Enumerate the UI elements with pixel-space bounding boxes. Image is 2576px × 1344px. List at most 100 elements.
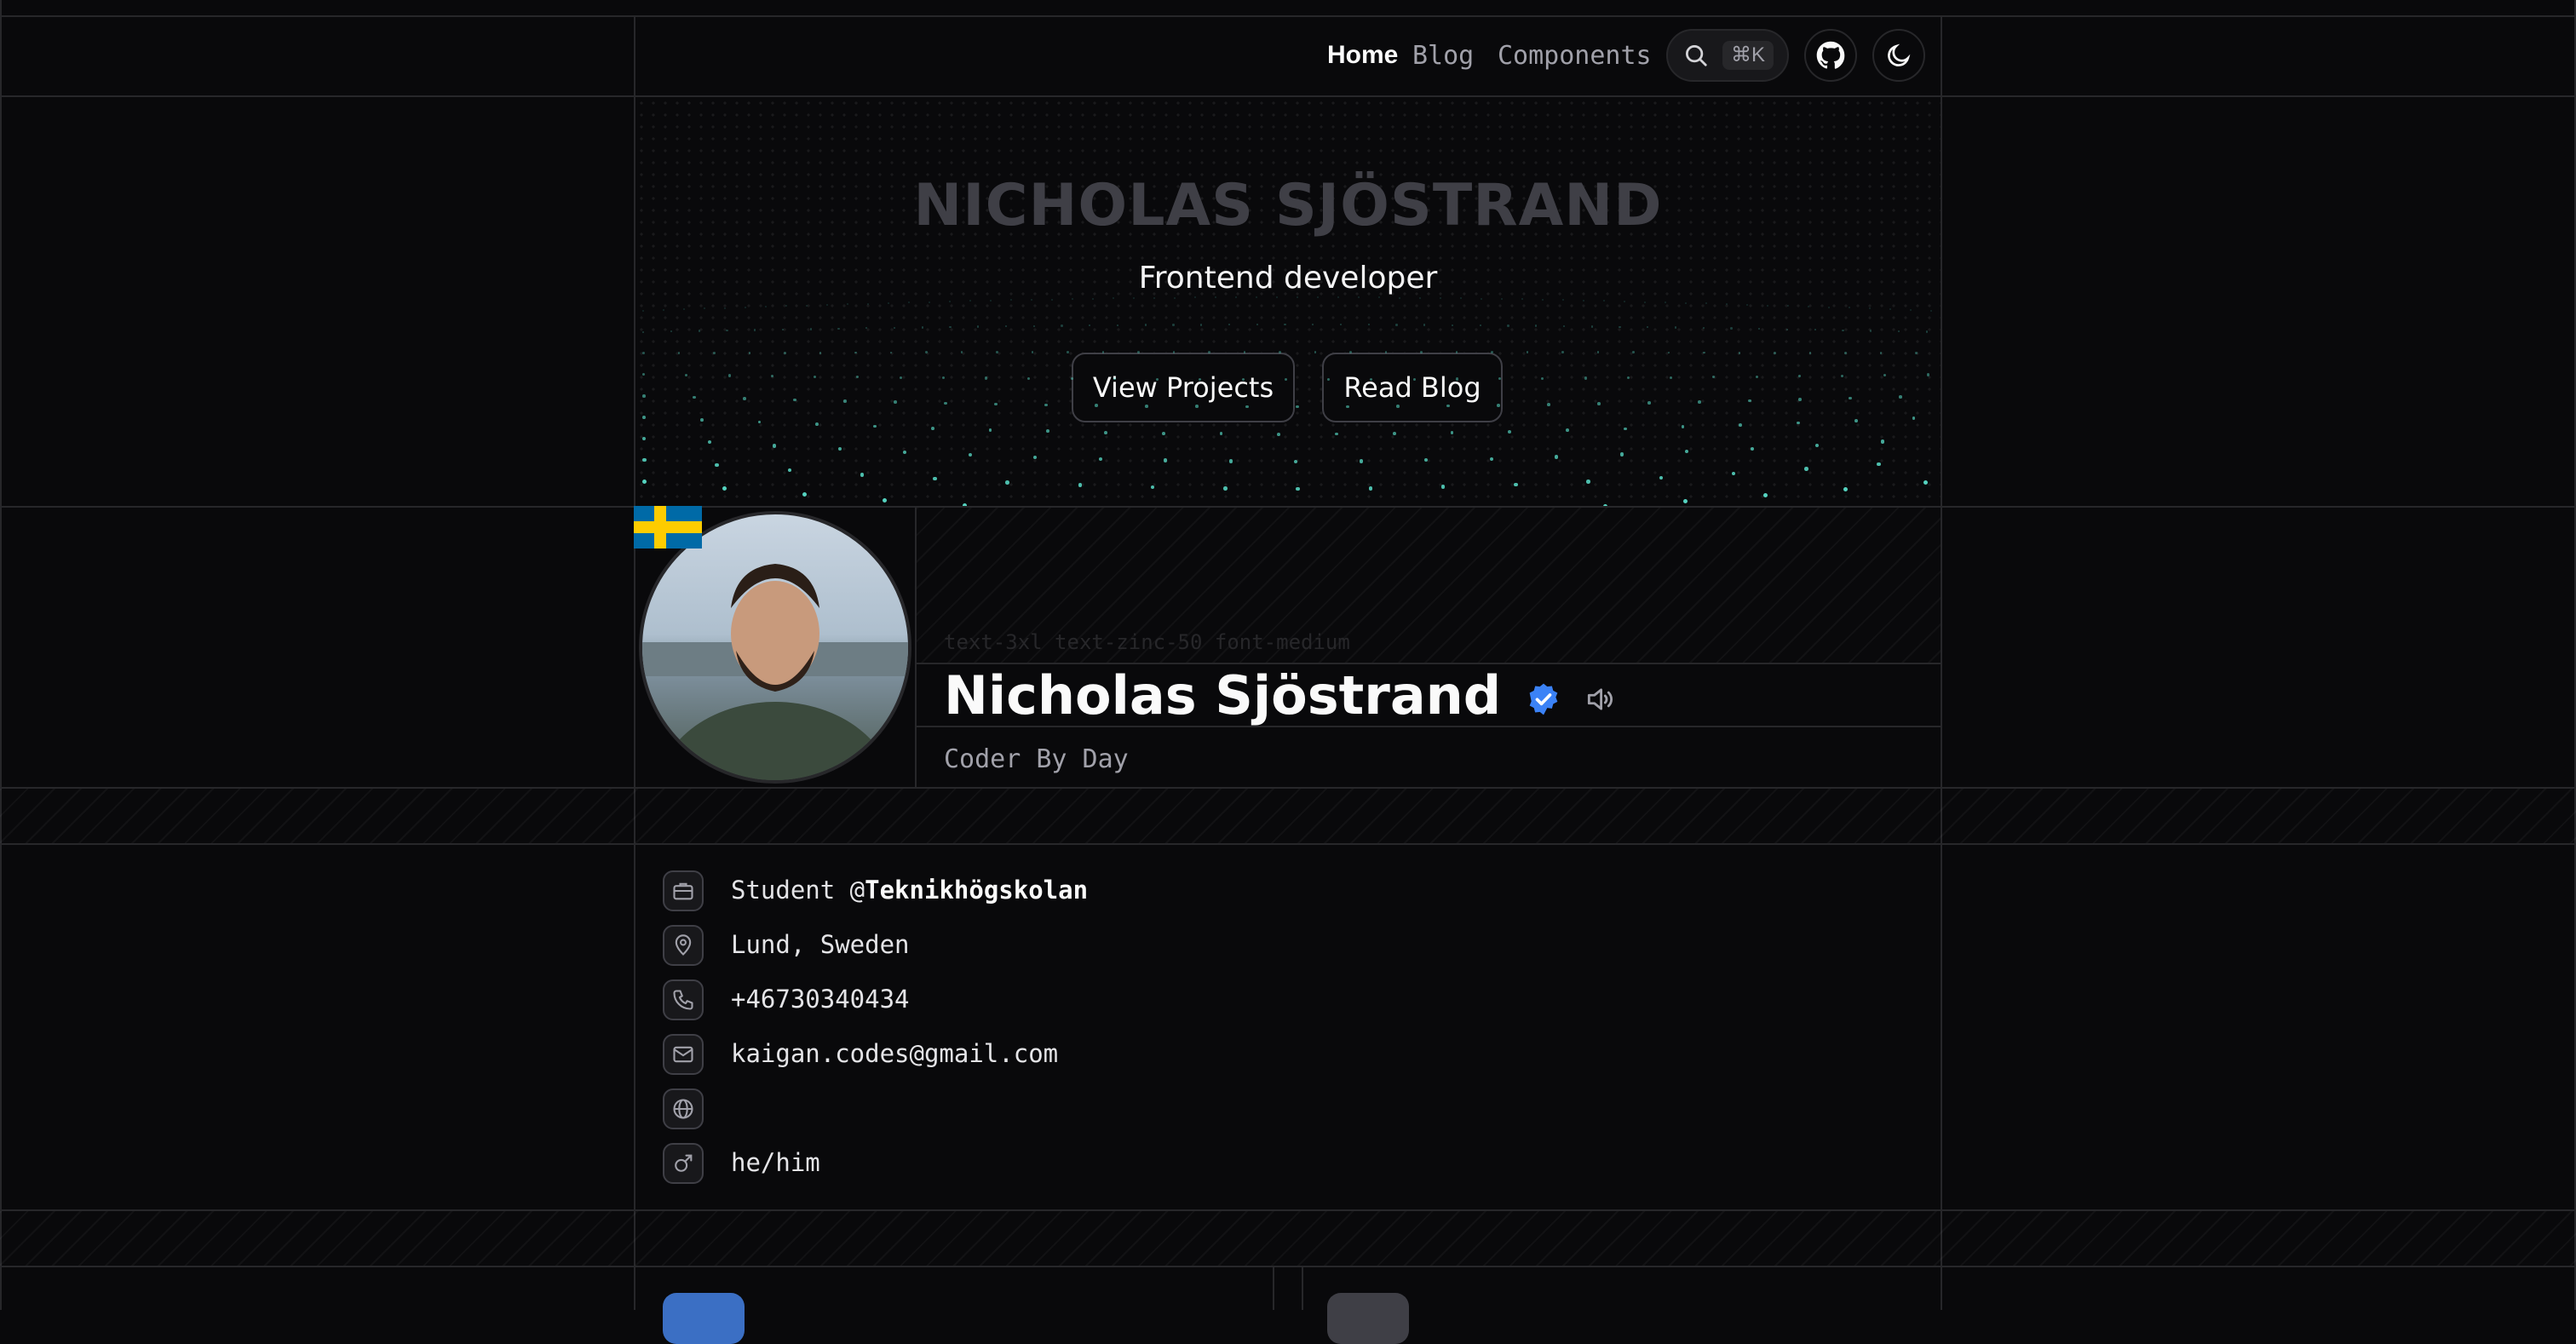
particle-dot — [1555, 455, 1559, 459]
particle-dot — [1420, 350, 1423, 353]
particle-dot — [888, 302, 889, 304]
particle-dot — [873, 424, 877, 428]
view-projects-button[interactable]: View Projects — [1072, 353, 1295, 422]
linkedin-card-icon[interactable] — [663, 1293, 745, 1344]
verified-badge-icon — [1529, 683, 1558, 715]
particle-dot — [1051, 298, 1053, 301]
job-org-link[interactable]: Teknikhögskolan — [865, 876, 1088, 905]
phone-link[interactable]: +46730340434 — [731, 985, 910, 1014]
particle-dot — [944, 401, 947, 405]
particle-dot — [1423, 324, 1426, 326]
particle-dot — [1685, 302, 1687, 304]
particle-dot — [773, 444, 777, 448]
particle-dot — [1256, 296, 1257, 299]
particle-dot — [996, 351, 998, 354]
github-card-icon[interactable] — [1327, 1293, 1409, 1344]
nav-home-link[interactable]: Home — [1327, 41, 1398, 70]
particle-dot — [1497, 404, 1500, 407]
particle-dot — [1004, 325, 1008, 328]
particle-dot — [1113, 297, 1114, 300]
particle-dot — [1378, 296, 1380, 299]
github-button[interactable] — [1804, 29, 1857, 82]
particle-dot — [1174, 296, 1176, 299]
particle-dot — [1095, 404, 1098, 407]
particle-dot — [1590, 325, 1593, 328]
particle-dot — [1153, 296, 1155, 299]
theme-toggle-button[interactable] — [1872, 29, 1925, 82]
moon-icon — [1888, 43, 1911, 66]
particle-dot — [1841, 374, 1844, 377]
info-top-divider — [0, 843, 2576, 845]
particle-dot — [726, 329, 728, 332]
particle-dot — [748, 352, 751, 354]
particle-dot — [1349, 350, 1352, 353]
particle-dot — [1296, 405, 1299, 409]
particle-dot — [1877, 462, 1881, 467]
particle-dot — [894, 400, 897, 404]
particle-dot — [865, 327, 868, 330]
particle-dot — [787, 468, 792, 473]
hero-title: NICHOLAS SJÖSTRAND — [913, 172, 1663, 239]
profile-name: Nicholas Sjöstrand — [944, 664, 1616, 727]
particle-dot — [745, 306, 746, 308]
email-link[interactable]: kaigan.codes@gmail.com — [731, 1039, 1058, 1068]
particle-dot — [1070, 377, 1073, 381]
particle-dot — [1899, 395, 1902, 399]
particle-dot — [1005, 480, 1009, 485]
particle-dot — [1535, 325, 1538, 327]
particle-dot — [1208, 350, 1210, 353]
particle-dot — [1284, 377, 1287, 381]
particle-dot — [1526, 351, 1529, 353]
class-hint-text: text-3xl text-zinc-50 font-medium — [944, 630, 1350, 654]
particle-dot — [826, 303, 828, 306]
particle-dot — [1156, 377, 1159, 381]
particle-dot — [1804, 467, 1808, 471]
particle-dot — [1849, 396, 1852, 400]
particle-dot — [1033, 455, 1038, 459]
particle-dot — [1843, 486, 1848, 491]
particle-dot — [893, 326, 896, 329]
particle-dot — [1915, 352, 1918, 355]
nav-blog-link[interactable]: Blog — [1412, 41, 1474, 71]
avatar-divider — [915, 508, 917, 787]
particle-dot — [1031, 298, 1032, 301]
particle-dot — [1698, 400, 1701, 404]
briefcase-icon — [663, 870, 704, 911]
particle-dot — [1507, 325, 1509, 327]
particle-dot — [1647, 401, 1651, 405]
particle-dot — [1031, 351, 1034, 353]
particle-dot — [1925, 330, 1928, 333]
particle-dot — [1419, 296, 1421, 299]
mail-icon — [663, 1034, 704, 1075]
particle-dot — [1317, 296, 1319, 299]
particle-dot — [1256, 323, 1258, 326]
particle-dot — [1566, 428, 1569, 433]
particle-dot — [642, 416, 646, 419]
particle-dot — [1223, 486, 1228, 491]
particle-dot — [1228, 459, 1233, 463]
particle-dot — [1440, 485, 1446, 489]
particle-dot — [793, 398, 796, 402]
particle-dot — [1294, 459, 1298, 463]
particle-dot — [930, 426, 934, 430]
search-button[interactable]: ⌘K — [1666, 29, 1789, 82]
particle-dot — [1046, 429, 1050, 434]
read-blog-button[interactable]: Read Blog — [1322, 353, 1503, 422]
particle-dot — [785, 305, 787, 307]
particle-dot — [1358, 296, 1360, 299]
hatched-separator — [0, 789, 2576, 843]
particle-dot — [1491, 351, 1493, 353]
particle-dot — [1392, 432, 1396, 435]
particle-dot — [1384, 350, 1388, 353]
particle-dot — [1647, 326, 1649, 329]
particle-dot — [1335, 432, 1338, 436]
particle-dot — [968, 453, 972, 457]
particle-dot — [1798, 398, 1802, 401]
particle-dot — [929, 301, 930, 303]
particle-dot — [1624, 300, 1625, 302]
particle-dot — [683, 308, 685, 311]
speaker-icon[interactable] — [1584, 683, 1616, 715]
particle-dot — [1547, 403, 1550, 406]
nav-components-link[interactable]: Components — [1498, 41, 1652, 71]
particle-dot — [1412, 377, 1416, 381]
